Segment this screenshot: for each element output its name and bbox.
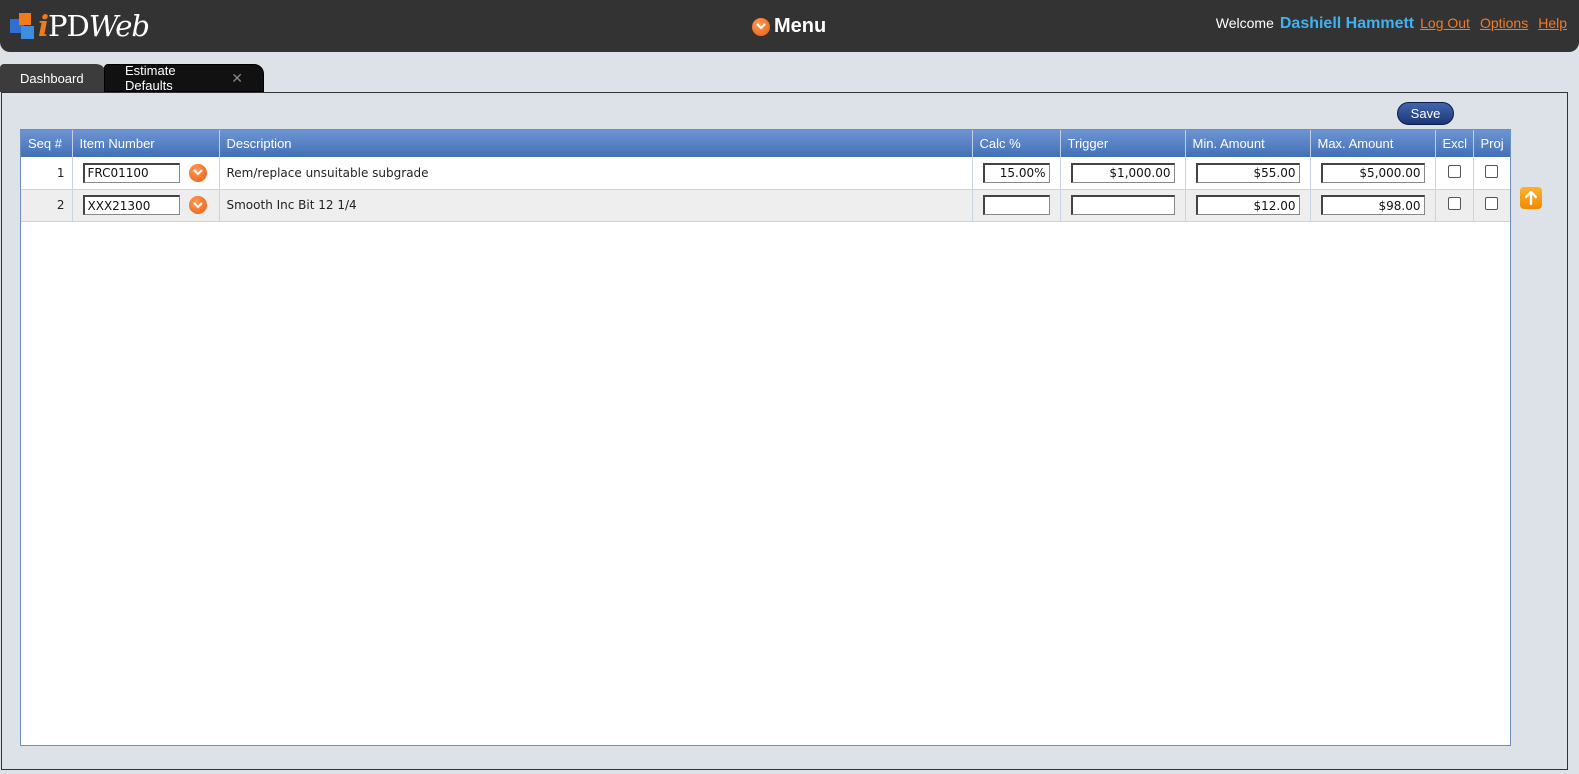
excl-cell	[1435, 189, 1474, 222]
max-amount-input[interactable]	[1320, 195, 1425, 215]
proj-cell	[1473, 189, 1510, 222]
col-header-max-amount[interactable]: Max. Amount	[1310, 130, 1436, 157]
menu-label: Menu	[774, 15, 827, 37]
proj-cell	[1473, 157, 1510, 190]
estimate-defaults-grid: Seq # Item Number Description Calc % Tri…	[20, 129, 1511, 746]
save-button[interactable]: Save	[1397, 102, 1454, 125]
excl-checkbox[interactable]	[1447, 197, 1461, 210]
arrow-up-icon	[1525, 191, 1537, 205]
tab-estimate-defaults[interactable]: Estimate Defaults ✕	[104, 63, 264, 93]
description-cell: Rem/replace unsuitable subgrade	[219, 157, 973, 190]
item-number-input[interactable]	[82, 195, 180, 215]
trigger-input[interactable]	[1070, 162, 1175, 183]
min-amount-input[interactable]	[1195, 195, 1300, 215]
max-amount-input[interactable]	[1320, 162, 1425, 183]
grid-header-row: Seq # Item Number Description Calc % Tri…	[21, 130, 1510, 157]
logout-link[interactable]: Log Out	[1420, 15, 1470, 31]
item-number-cell	[72, 189, 220, 222]
help-link[interactable]: Help	[1538, 15, 1567, 31]
max-amount-cell	[1310, 157, 1436, 190]
item-number-cell	[72, 157, 220, 190]
trigger-input[interactable]	[1070, 195, 1175, 215]
description-cell: Smooth Inc Bit 12 1/4	[219, 189, 973, 222]
proj-checkbox[interactable]	[1485, 197, 1499, 210]
main-menu-button[interactable]: Menu	[752, 15, 826, 38]
tab-label: Estimate Defaults	[125, 63, 176, 93]
col-header-trigger[interactable]: Trigger	[1060, 130, 1186, 157]
calc-cell	[972, 189, 1061, 222]
min-amount-input[interactable]	[1195, 162, 1300, 183]
scroll-to-top-button[interactable]	[1520, 187, 1542, 209]
app-logo[interactable]: iPDWeb	[10, 8, 150, 44]
excl-cell	[1435, 157, 1474, 190]
user-area: Welcome Dashiell Hammett Log Out Options…	[1216, 15, 1567, 33]
tab-label: Dashboard	[20, 70, 84, 86]
seq-cell: 2	[21, 189, 73, 222]
col-header-calc[interactable]: Calc %	[972, 130, 1061, 157]
min-amount-cell	[1185, 157, 1311, 190]
item-lookup-icon[interactable]	[188, 196, 207, 214]
calc-percent-input[interactable]	[982, 162, 1050, 183]
logo-text: iPDWeb	[38, 9, 150, 43]
item-number-input[interactable]	[82, 162, 180, 183]
table-row: 2 Smooth Inc Bit 12 1/4	[21, 189, 1510, 222]
max-amount-cell	[1310, 189, 1436, 222]
seq-cell: 1	[21, 157, 73, 190]
app-header: iPDWeb Menu Welcome Dashiell Hammett Log…	[0, 0, 1579, 52]
col-header-item-number[interactable]: Item Number	[72, 130, 220, 157]
logo-icon	[10, 13, 36, 39]
tab-dashboard[interactable]: Dashboard	[0, 64, 106, 92]
proj-checkbox[interactable]	[1485, 164, 1499, 178]
col-header-seq[interactable]: Seq #	[21, 130, 73, 157]
chevron-down-icon	[752, 17, 770, 36]
col-header-min-amount[interactable]: Min. Amount	[1185, 130, 1311, 157]
col-header-description[interactable]: Description	[219, 130, 973, 157]
min-amount-cell	[1185, 189, 1311, 222]
excl-checkbox[interactable]	[1447, 164, 1461, 178]
calc-percent-input[interactable]	[982, 195, 1050, 215]
trigger-cell	[1060, 189, 1186, 222]
welcome-text: Welcome	[1215, 15, 1274, 31]
table-row: 1 Rem/replace unsuitable subgrade	[21, 157, 1510, 190]
calc-cell	[972, 157, 1061, 190]
trigger-cell	[1060, 157, 1186, 190]
col-header-excl[interactable]: Excl	[1435, 130, 1474, 157]
user-name: Dashiell Hammett	[1279, 15, 1415, 32]
options-link[interactable]: Options	[1480, 15, 1528, 31]
close-tab-icon[interactable]: ✕	[231, 70, 243, 87]
col-header-proj[interactable]: Proj	[1473, 130, 1510, 157]
item-lookup-icon[interactable]	[188, 163, 207, 182]
